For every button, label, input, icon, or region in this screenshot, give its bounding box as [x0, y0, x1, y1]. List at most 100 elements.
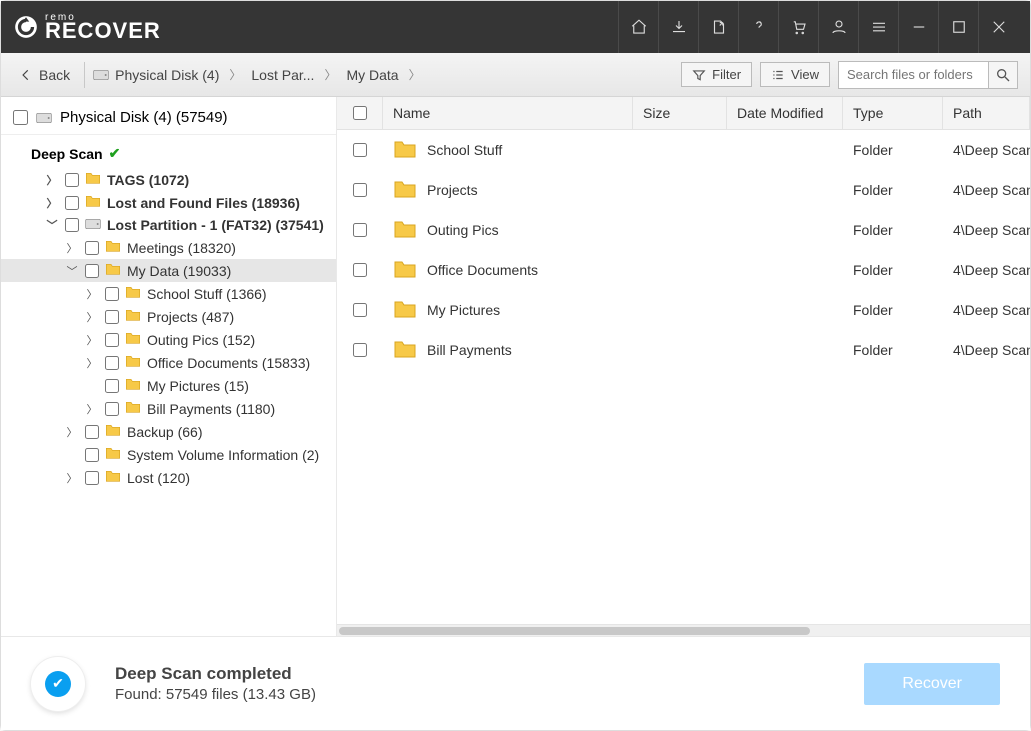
folder-icon: [125, 331, 141, 348]
view-button[interactable]: View: [760, 62, 830, 87]
chevron-right-icon[interactable]: 〉: [85, 356, 99, 370]
chevron-right-icon[interactable]: 〉: [85, 287, 99, 301]
chevron-down-icon[interactable]: ﹀: [45, 218, 59, 232]
tree-checkbox[interactable]: [105, 333, 119, 347]
tree-item[interactable]: My Pictures (15): [1, 374, 336, 397]
tree-checkbox[interactable]: [105, 356, 119, 370]
table-row[interactable]: School StuffFolder4\Deep Scan\: [337, 130, 1030, 170]
tree-checkbox[interactable]: [85, 448, 99, 462]
tree-checkbox[interactable]: [65, 173, 79, 187]
chevron-right-icon[interactable]: 〉: [85, 402, 99, 416]
chevron-down-icon[interactable]: ﹀: [65, 264, 79, 278]
tree-checkbox[interactable]: [85, 471, 99, 485]
crumb-2[interactable]: My Data: [346, 67, 398, 83]
minimize-icon[interactable]: [898, 1, 938, 53]
col-size[interactable]: Size: [633, 97, 727, 129]
row-checkbox[interactable]: [353, 263, 367, 277]
row-checkbox[interactable]: [353, 303, 367, 317]
row-checkbox[interactable]: [353, 343, 367, 357]
tree-item[interactable]: 〉Projects (487): [1, 305, 336, 328]
file-name: My Pictures: [427, 302, 500, 318]
table-row[interactable]: Bill PaymentsFolder4\Deep Scan\: [337, 330, 1030, 370]
folder-icon: [105, 446, 121, 463]
file-type: Folder: [843, 262, 943, 278]
tree-item[interactable]: System Volume Information (2): [1, 443, 336, 466]
tree-item[interactable]: 〉TAGS (1072): [1, 168, 336, 191]
search-button[interactable]: [988, 61, 1018, 89]
file-path: 4\Deep Scan\: [943, 182, 1030, 198]
tree-item[interactable]: 〉Office Documents (15833): [1, 351, 336, 374]
row-checkbox[interactable]: [353, 183, 367, 197]
table-row[interactable]: Outing PicsFolder4\Deep Scan\: [337, 210, 1030, 250]
root-row[interactable]: Physical Disk (4) (57549): [1, 101, 336, 135]
toolbar: Back Physical Disk (4) 〉 Lost Par... 〉 M…: [1, 53, 1030, 97]
chevron-right-icon[interactable]: 〉: [65, 241, 79, 255]
folder-icon: [125, 354, 141, 371]
breadcrumb[interactable]: Physical Disk (4) 〉 Lost Par... 〉 My Dat…: [93, 66, 424, 83]
file-name: School Stuff: [427, 142, 502, 158]
tree-checkbox[interactable]: [65, 196, 79, 210]
tree-checkbox[interactable]: [105, 287, 119, 301]
col-date[interactable]: Date Modified: [727, 97, 843, 129]
horizontal-scrollbar[interactable]: [337, 624, 1030, 636]
chevron-right-icon[interactable]: 〉: [45, 173, 59, 187]
crumb-1[interactable]: Lost Par...: [251, 67, 314, 83]
search-input[interactable]: [838, 61, 988, 89]
chevron-right-icon[interactable]: 〉: [65, 425, 79, 439]
close-icon[interactable]: [978, 1, 1018, 53]
col-checkbox[interactable]: [337, 97, 383, 129]
table-row[interactable]: ProjectsFolder4\Deep Scan\: [337, 170, 1030, 210]
download-icon[interactable]: [658, 1, 698, 53]
menu-icon[interactable]: [858, 1, 898, 53]
tree-item[interactable]: 〉 Outing Pics (152): [1, 328, 336, 351]
tree-item[interactable]: ﹀Lost Partition - 1 (FAT32) (37541): [1, 214, 336, 236]
chevron-right-icon: 〉: [225, 66, 245, 83]
tree-item[interactable]: 〉Meetings (18320): [1, 236, 336, 259]
folder-icon: [393, 219, 417, 242]
file-type: Folder: [843, 222, 943, 238]
tree-checkbox[interactable]: [85, 425, 99, 439]
chevron-right-icon[interactable]: 〉: [65, 471, 79, 485]
col-name[interactable]: Name: [383, 97, 633, 129]
tree-checkbox[interactable]: [85, 241, 99, 255]
tree-checkbox[interactable]: [85, 264, 99, 278]
tree-item[interactable]: 〉Backup (66): [1, 420, 336, 443]
tree-item[interactable]: 〉Lost and Found Files (18936): [1, 191, 336, 214]
filter-button[interactable]: Filter: [681, 62, 752, 87]
tree-checkbox[interactable]: [105, 402, 119, 416]
crumb-0[interactable]: Physical Disk (4): [115, 67, 219, 83]
tree-label: Outing Pics (152): [147, 332, 255, 348]
row-checkbox[interactable]: [353, 223, 367, 237]
tree-item[interactable]: 〉School Stuff (1366): [1, 282, 336, 305]
cart-icon[interactable]: [778, 1, 818, 53]
chevron-right-icon: 〉: [320, 66, 340, 83]
tree-checkbox[interactable]: [105, 379, 119, 393]
tree-checkbox[interactable]: [105, 310, 119, 324]
chevron-right-icon[interactable]: 〉: [85, 333, 99, 347]
file-path: 4\Deep Scan\: [943, 262, 1030, 278]
tree-item[interactable]: 〉Lost (120): [1, 466, 336, 489]
user-icon[interactable]: [818, 1, 858, 53]
help-icon[interactable]: [738, 1, 778, 53]
maximize-icon[interactable]: [938, 1, 978, 53]
col-type[interactable]: Type: [843, 97, 943, 129]
col-path[interactable]: Path: [943, 97, 1030, 129]
recover-button[interactable]: Recover: [864, 663, 1000, 705]
table-row[interactable]: My PicturesFolder4\Deep Scan\: [337, 290, 1030, 330]
folder-icon: [125, 400, 141, 417]
root-checkbox[interactable]: [13, 110, 28, 125]
tree-item[interactable]: 〉Bill Payments (1180): [1, 397, 336, 420]
folder-icon: [125, 377, 141, 394]
table-row[interactable]: Office DocumentsFolder4\Deep Scan\: [337, 250, 1030, 290]
tree-checkbox[interactable]: [65, 218, 79, 232]
export-icon[interactable]: [698, 1, 738, 53]
chevron-right-icon[interactable]: 〉: [85, 310, 99, 324]
folder-icon: [125, 285, 141, 302]
home-icon[interactable]: [618, 1, 658, 53]
tree-label: My Pictures (15): [147, 378, 249, 394]
row-checkbox[interactable]: [353, 143, 367, 157]
file-path: 4\Deep Scan\: [943, 142, 1030, 158]
chevron-right-icon[interactable]: 〉: [45, 196, 59, 210]
back-button[interactable]: Back: [13, 63, 76, 87]
tree-item[interactable]: ﹀My Data (19033): [1, 259, 336, 282]
